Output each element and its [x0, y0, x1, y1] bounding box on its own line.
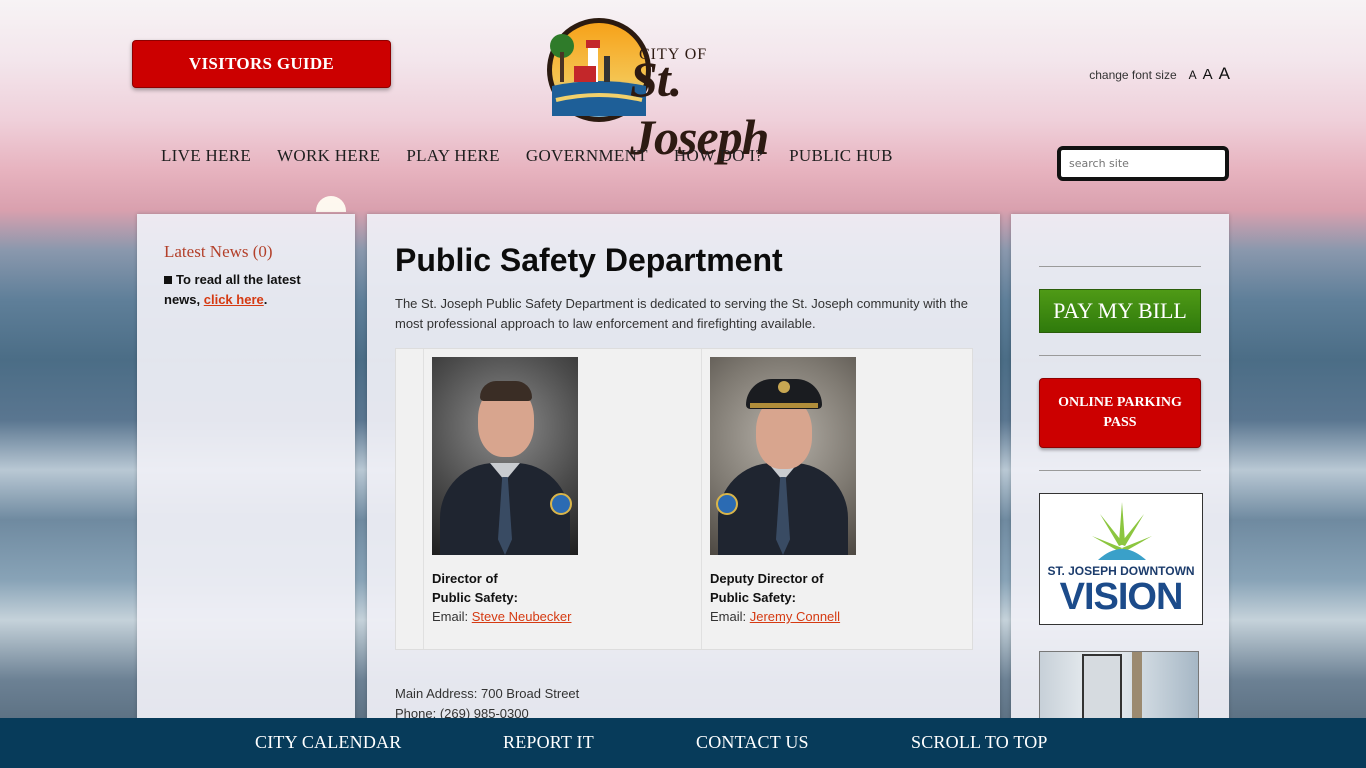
divider — [1039, 470, 1201, 471]
footer-contact-us[interactable]: CONTACT US — [696, 732, 809, 753]
footer-city-calendar[interactable]: CITY CALENDAR — [255, 732, 401, 753]
divider — [1039, 355, 1201, 356]
parking-kiosk-photo[interactable] — [1039, 651, 1199, 721]
staff-table: Director of Public Safety: Email: Steve … — [395, 348, 973, 650]
online-parking-pass-button[interactable]: ONLINE PARKING PASS — [1039, 378, 1201, 448]
main-address: Main Address: 700 Broad Street — [395, 686, 580, 701]
director-role-line1: Director of — [432, 571, 498, 586]
director-email-label: Email: — [432, 609, 469, 624]
deputy-email-label: Email: — [710, 609, 747, 624]
latest-news-title[interactable]: Latest News (0) — [164, 242, 328, 262]
font-size-control: change font size A A A — [1089, 64, 1230, 84]
left-sidebar: Latest News (0) To read all the latest n… — [137, 214, 355, 724]
staff-deputy-director: Deputy Director of Public Safety: Email:… — [710, 357, 980, 626]
font-size-medium[interactable]: A — [1203, 66, 1213, 83]
nav-play-here[interactable]: PLAY HERE — [406, 146, 500, 166]
staff-director: Director of Public Safety: Email: Steve … — [432, 357, 702, 626]
page-title: Public Safety Department — [395, 242, 783, 278]
nav-public-hub[interactable]: PUBLIC HUB — [789, 146, 893, 166]
deputy-email-link[interactable]: Jeremy Connell — [750, 609, 840, 624]
latest-news-link[interactable]: click here — [204, 292, 264, 307]
font-size-small[interactable]: A — [1189, 68, 1197, 82]
sunset-sun — [316, 196, 346, 212]
main-content: Public Safety Department The St. Joseph … — [367, 214, 1000, 724]
vision-word: VISION — [1059, 576, 1184, 618]
nav-live-here[interactable]: LIVE HERE — [161, 146, 251, 166]
intro-text: The St. Joseph Public Safety Department … — [395, 296, 969, 331]
director-role: Director of Public Safety: — [432, 569, 702, 607]
visitors-guide-button[interactable]: VISITORS GUIDE — [132, 40, 391, 88]
nav-work-here[interactable]: WORK HERE — [277, 146, 380, 166]
main-nav: LIVE HERE WORK HERE PLAY HERE GOVERNMENT… — [161, 146, 893, 166]
nav-government[interactable]: GOVERNMENT — [526, 146, 648, 166]
director-photo — [432, 357, 578, 555]
sunburst-icon — [1092, 502, 1152, 560]
search-input[interactable] — [1057, 146, 1229, 181]
deputy-director-photo — [710, 357, 856, 555]
downtown-vision-banner[interactable]: ST. JOSEPH DOWNTOWN VISION — [1039, 493, 1203, 625]
parking-label-line2: PASS — [1103, 415, 1137, 430]
latest-news-end: . — [263, 292, 268, 307]
table-stripe — [396, 349, 424, 649]
footer-scroll-to-top[interactable]: SCROLL TO TOP — [911, 732, 1048, 753]
font-size-label: change font size — [1089, 68, 1177, 82]
director-role-line2: Public Safety: — [432, 590, 518, 605]
deputy-role-line1: Deputy Director of — [710, 571, 824, 586]
pay-my-bill-button[interactable]: PAY MY BILL — [1039, 289, 1201, 333]
deputy-role: Deputy Director of Public Safety: — [710, 569, 980, 607]
nav-how-do-i[interactable]: HOW DO I? — [674, 146, 763, 166]
footer-bar: CITY CALENDAR REPORT IT CONTACT US SCROL… — [0, 718, 1366, 768]
divider — [1039, 266, 1201, 267]
latest-news-text: To read all the latest news, click here. — [164, 270, 328, 310]
parking-label-line1: ONLINE PARKING — [1058, 395, 1182, 410]
city-logo[interactable]: CITY OF St. Joseph — [544, 16, 824, 165]
bullet-square-icon — [164, 276, 172, 284]
font-size-large[interactable]: A — [1219, 64, 1230, 84]
deputy-email: Email: Jeremy Connell — [710, 607, 980, 626]
director-email-link[interactable]: Steve Neubecker — [472, 609, 572, 624]
director-email: Email: Steve Neubecker — [432, 607, 702, 626]
deputy-role-line2: Public Safety: — [710, 590, 796, 605]
right-sidebar: PAY MY BILL ONLINE PARKING PASS ST. JOSE… — [1011, 214, 1229, 724]
footer-report-it[interactable]: REPORT IT — [503, 732, 594, 753]
